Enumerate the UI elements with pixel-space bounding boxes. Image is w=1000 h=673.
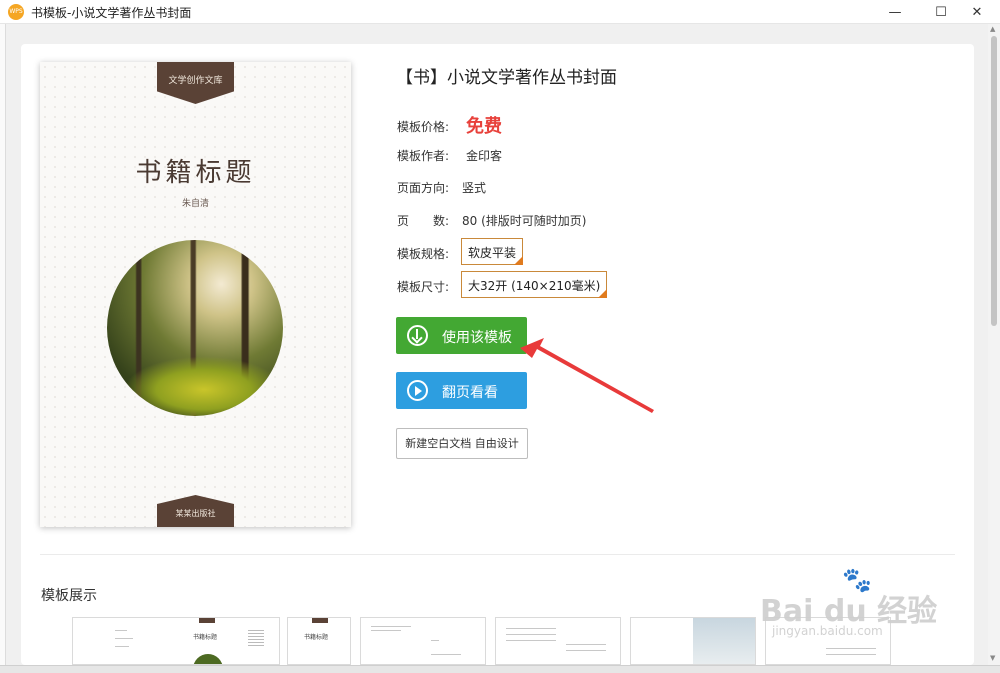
orientation-value: 竖式 <box>462 181 487 195</box>
text-line <box>115 630 127 631</box>
text-line <box>371 630 401 631</box>
wps-app-icon: WPS <box>8 4 24 20</box>
text-line <box>506 640 556 641</box>
cover-publisher-tag: 某某出版社 <box>157 495 234 527</box>
book-cover-preview: 文学创作文库 书籍标题 朱自清 某某出版社 <box>40 62 351 527</box>
mini-photo <box>693 618 755 664</box>
orientation-label: 页面方向: <box>397 181 450 195</box>
showcase-thumbnail[interactable] <box>360 617 486 665</box>
pages-value: 80 (排版时可随时加页) <box>462 214 587 228</box>
spec-label: 模板规格: <box>397 247 450 261</box>
author-value: 金印客 <box>466 149 503 163</box>
download-icon <box>407 325 428 346</box>
text-line <box>826 648 876 649</box>
text-line <box>115 646 129 647</box>
template-heading: 【书】小说文学著作丛书封面 <box>396 68 617 88</box>
corner-check-icon <box>598 289 608 298</box>
scrollbar-thumb[interactable] <box>991 36 997 326</box>
size-select[interactable]: 大32开 (140×210毫米) <box>461 271 608 298</box>
use-template-label: 使用该模板 <box>442 330 512 346</box>
new-blank-document-button[interactable]: 新建空白文档 自由设计 <box>396 428 528 459</box>
vertical-scrollbar[interactable]: ▲ ▼ <box>988 24 1000 665</box>
close-button[interactable]: ✕ <box>954 0 1000 24</box>
cover-forest-image <box>107 240 283 416</box>
author-label: 模板作者: <box>397 149 450 163</box>
flip-preview-button[interactable]: 翻页看看 <box>396 372 527 409</box>
minimize-button[interactable]: — <box>872 0 918 24</box>
scroll-down-icon[interactable]: ▼ <box>990 654 995 662</box>
size-label: 模板尺寸: <box>397 280 450 294</box>
annotation-arrow-icon <box>520 338 654 413</box>
text-line <box>506 634 556 635</box>
price-value: 免费 <box>466 116 502 137</box>
watermark-url: jingyan.baidu.com <box>772 624 883 638</box>
pages-label: 页 数: <box>397 214 450 228</box>
thumb-title: 书籍标题 <box>193 634 218 641</box>
bottom-edge <box>0 665 1000 673</box>
flip-preview-label: 翻页看看 <box>442 385 498 401</box>
use-template-button[interactable]: 使用该模板 <box>396 317 527 354</box>
size-select-value: 大32开 (140×210毫米) <box>468 279 601 293</box>
spec-select[interactable]: 软皮平装 <box>461 238 524 265</box>
scroll-up-icon[interactable]: ▲ <box>990 25 995 33</box>
window-titlebar: WPS 书模板-小说文学著作丛书封面 — ☐ ✕ <box>0 0 1000 24</box>
background-window-edge <box>0 24 6 665</box>
mini-cover-tag <box>312 618 328 623</box>
section-divider <box>40 554 955 555</box>
baidu-jingyan-watermark: 🐾 Bai du 经验 jingyan.baidu.com <box>760 566 960 641</box>
showcase-thumbnail[interactable]: 书籍标题 <box>72 617 280 665</box>
cover-series-tag: 文学创作文库 <box>157 62 234 104</box>
text-line <box>431 654 461 655</box>
qr-code-icon <box>248 630 264 646</box>
spec-select-value: 软皮平装 <box>468 246 517 260</box>
mini-cover-tag <box>199 618 215 623</box>
window-title: 书模板-小说文学著作丛书封面 <box>31 6 192 20</box>
cover-author: 朱自清 <box>181 199 209 209</box>
showcase-thumbnail[interactable]: 书籍标题 <box>287 617 351 665</box>
corner-check-icon <box>514 256 524 265</box>
showcase-title: 模板展示 <box>41 588 97 604</box>
thumb-title: 书籍标题 <box>304 634 329 641</box>
text-line <box>115 638 133 639</box>
text-line <box>566 644 606 645</box>
play-icon <box>407 380 428 401</box>
text-line <box>506 628 556 629</box>
mini-cover-image <box>193 654 223 664</box>
price-label: 模板价格: <box>397 120 450 134</box>
showcase-thumbnail[interactable] <box>495 617 621 665</box>
text-line <box>371 626 411 627</box>
text-line <box>431 640 439 641</box>
text-line <box>566 650 606 651</box>
text-line <box>826 654 876 655</box>
cover-book-title: 书籍标题 <box>135 158 256 188</box>
showcase-thumbnail[interactable] <box>630 617 756 665</box>
